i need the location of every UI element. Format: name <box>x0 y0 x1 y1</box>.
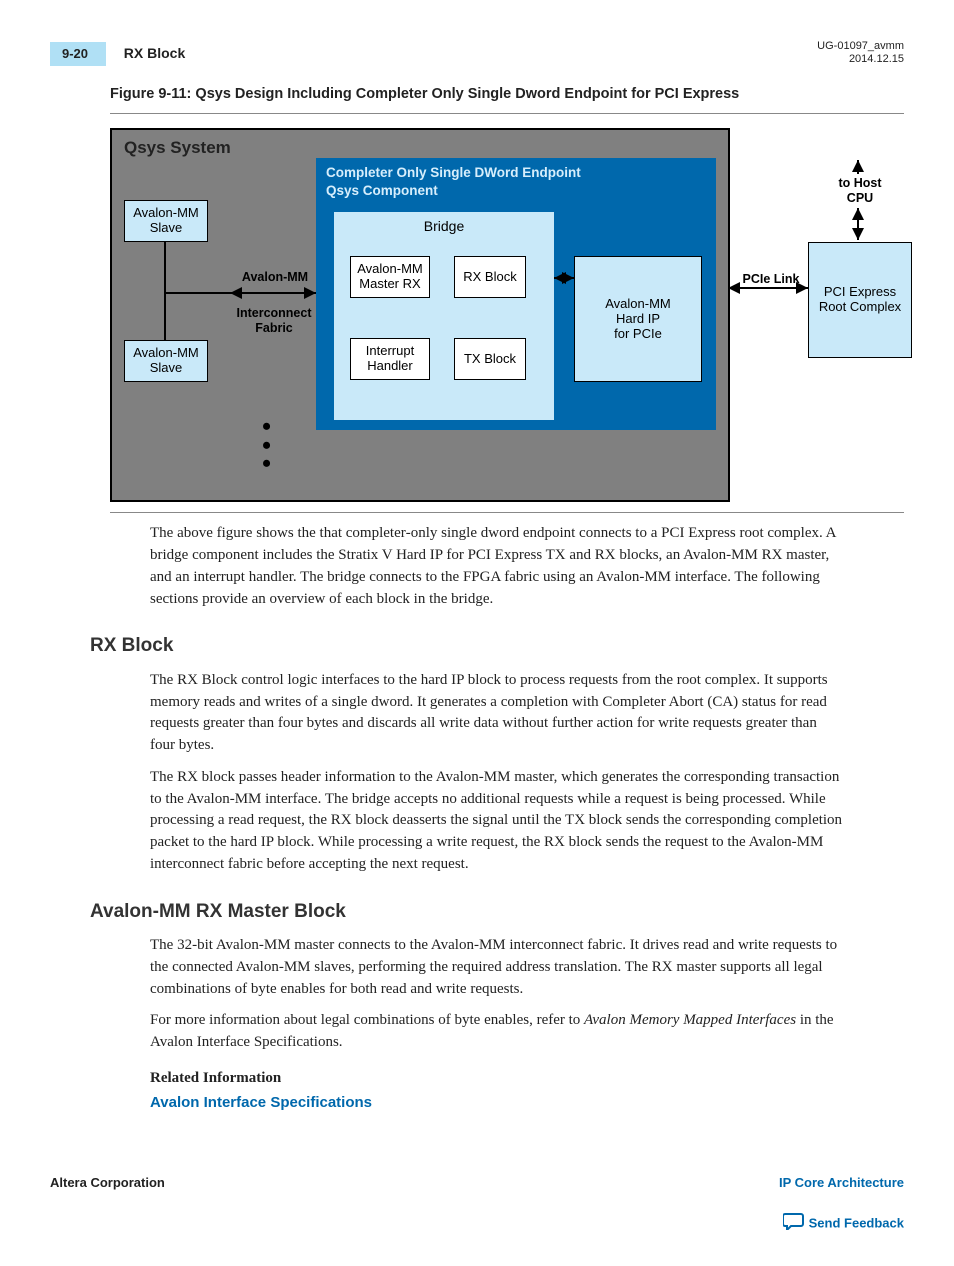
heading-rx-block: RX Block <box>90 632 904 660</box>
doc-id: UG-01097_avmm <box>817 40 904 53</box>
running-section-title: RX Block <box>124 45 185 61</box>
intro-paragraph: The above figure shows the that complete… <box>150 523 844 610</box>
related-info-heading: Related Information <box>150 1068 904 1090</box>
ellipsis-dots: ••• <box>262 418 271 473</box>
link-ip-core-architecture[interactable]: IP Core Architecture <box>779 1175 904 1190</box>
qsys-title: Qsys System <box>124 136 231 161</box>
figure-diagram: Qsys System Completer Only Single DWord … <box>110 128 910 498</box>
component-title-l1: Completer Only Single DWord Endpoint <box>326 165 581 180</box>
component-title: Completer Only Single DWord Endpoint Qsy… <box>316 158 716 201</box>
box-root-complex: PCI Express Root Complex <box>808 242 912 358</box>
bridge-panel: Bridge <box>334 212 554 420</box>
header-left: 9-20 RX Block <box>50 42 185 67</box>
rx-paragraph-1: The RX Block control logic interfaces to… <box>150 670 844 757</box>
label-to-host: to Host CPU <box>810 176 910 205</box>
footer-corp: Altera Corporation <box>50 1174 165 1193</box>
page-number-tab: 9-20 <box>50 42 106 67</box>
label-avalon-mm: Avalon-MM <box>240 270 310 284</box>
box-interrupt-handler: Interrupt Handler <box>350 338 430 380</box>
component-title-l2: Qsys Component <box>326 183 438 198</box>
box-rx-block: RX Block <box>454 256 526 298</box>
box-tx-block: TX Block <box>454 338 526 380</box>
figure-caption: Figure 9-11: Qsys Design Including Compl… <box>110 84 904 105</box>
label-pcie-link: PCIe Link <box>741 272 801 286</box>
p5-italic-ref: Avalon Memory Mapped Interfaces <box>584 1012 796 1028</box>
link-avalon-spec[interactable]: Avalon Interface Specifications <box>150 1094 372 1111</box>
feedback-icon <box>783 1212 805 1236</box>
box-avalon-mm-slave-2: Avalon-MM Slave <box>124 340 208 382</box>
page-header: 9-20 RX Block UG-01097_avmm 2014.12.15 <box>50 40 904 66</box>
rule-top <box>110 113 904 114</box>
rule-bottom-fig <box>110 512 904 513</box>
link-send-feedback[interactable]: Send Feedback <box>809 1216 904 1231</box>
box-master-rx: Avalon-MM Master RX <box>350 256 430 298</box>
heading-avmm-rx-master: Avalon-MM RX Master Block <box>90 898 904 926</box>
avmm-paragraph-2: For more information about legal combina… <box>150 1010 844 1054</box>
rx-paragraph-2: The RX block passes header information t… <box>150 767 844 876</box>
bridge-title: Bridge <box>334 212 554 236</box>
page-footer: Altera Corporation IP Core Architecture … <box>50 1174 904 1236</box>
p5-lead: For more information about legal combina… <box>150 1012 584 1028</box>
box-avalon-mm-slave-1: Avalon-MM Slave <box>124 200 208 242</box>
doc-date: 2014.12.15 <box>817 53 904 66</box>
label-interconnect: Interconnect Fabric <box>236 306 312 335</box>
box-hard-ip: Avalon-MM Hard IP for PCIe <box>574 256 702 382</box>
avmm-paragraph-1: The 32-bit Avalon-MM master connects to … <box>150 935 844 1000</box>
header-right: UG-01097_avmm 2014.12.15 <box>817 40 904 66</box>
